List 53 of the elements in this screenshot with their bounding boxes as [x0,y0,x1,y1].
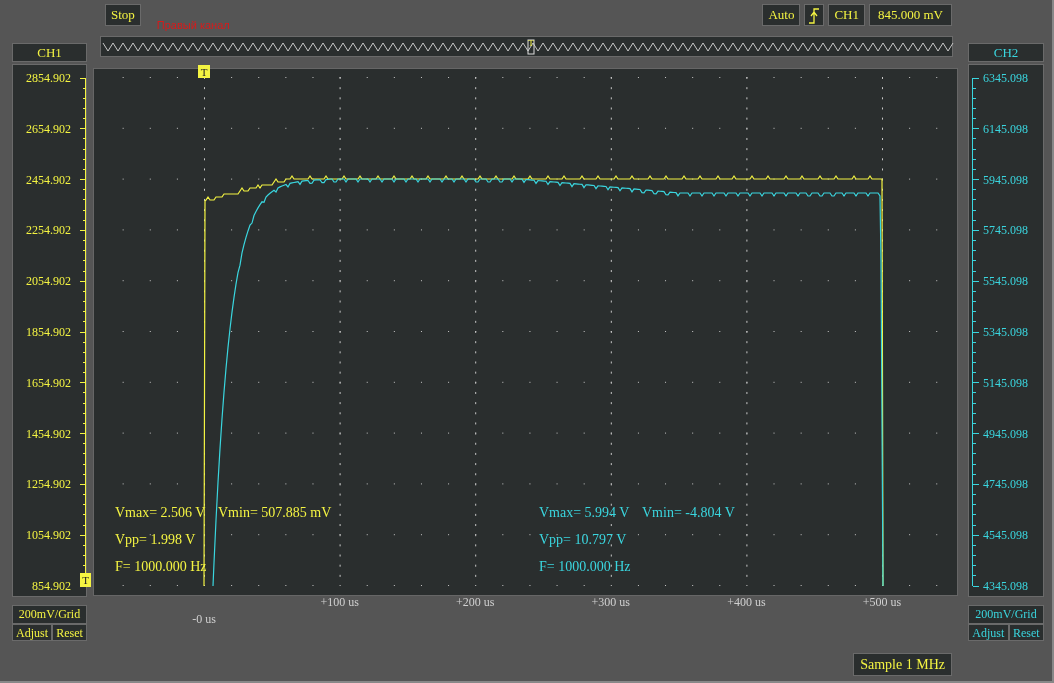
scale-label: 1854.902 [26,325,71,339]
scale-label: 2054.902 [26,274,71,289]
trigger-level-marker: T [80,573,91,587]
scale-label: 854.902 [32,579,71,593]
time-axis-label: +200 us [456,596,495,609]
time-axis-label: -0 us [192,612,216,626]
scale-label: 5345.098 [983,325,1028,339]
time-axis-label: +300 us [591,596,630,609]
volts-per-grid-label: 200mV/Grid [12,605,87,624]
stop-button[interactable]: Stop [105,4,141,26]
scale-label: 2254.902 [26,223,71,238]
trigger-edge-button[interactable] [804,4,825,26]
scale-label: 5545.098 [983,274,1028,289]
scale-label: 1254.902 [26,477,71,492]
scale-label: 1054.902 [26,528,71,543]
channel-header: CH1 [12,43,87,62]
channel-note: Правый канал [156,18,230,33]
reset-button[interactable]: Reset [52,624,87,641]
measurement-readout: Vmax= 5.994 V [539,505,630,520]
scale-label: 2454.902 [26,172,71,187]
trigger-time-marker: T [198,65,210,78]
measurement-readout: F= 1000.000 Hz [539,559,631,574]
scale-label: 5145.098 [983,375,1028,390]
scale-label: 4745.098 [983,477,1028,492]
time-axis-label: +100 us [320,596,359,609]
adjust-button[interactable]: Adjust [12,624,53,641]
scale-label: 6145.098 [983,121,1028,136]
reset-button[interactable]: Reset [1008,624,1044,641]
rising-edge-icon [808,8,821,24]
volts-per-grid-label: 200mV/Grid [968,605,1044,624]
scale-label: 6345.098 [983,71,1028,85]
time-axis-label: +400 us [727,596,766,609]
sample-rate-readout: Sample 1 MHz [853,653,952,676]
trigger-source-button[interactable]: CH1 [828,4,865,26]
scale-label: 2854.902 [26,71,71,85]
time-axis-label: +500 us [862,596,902,609]
scale-label: 4345.098 [983,579,1028,593]
scale-label: 5745.098 [983,223,1028,238]
trigger-mode-button[interactable]: Auto [762,4,801,26]
scale-label: 4545.098 [983,528,1028,543]
measurement-readout: Vpp= 1.998 V [115,532,196,547]
adjust-button[interactable]: Adjust [968,624,1009,641]
trigger-position-marker: T [527,38,535,55]
measurement-readout: Vmin= -4.804 V [642,505,735,520]
measurement-readout: Vpp= 10.797 V [539,532,627,547]
scale-label: 2654.902 [26,121,71,136]
channel-header: CH2 [968,43,1044,62]
trigger-level-readout: 845.000 mV [869,4,952,26]
scale-label: 4945.098 [983,426,1028,441]
scale-label: 1454.902 [26,426,71,441]
scale-label: 5945.098 [983,172,1028,187]
measurement-readout: Vmin= 507.885 mV [218,505,332,520]
scale-label: 1654.902 [26,375,71,390]
